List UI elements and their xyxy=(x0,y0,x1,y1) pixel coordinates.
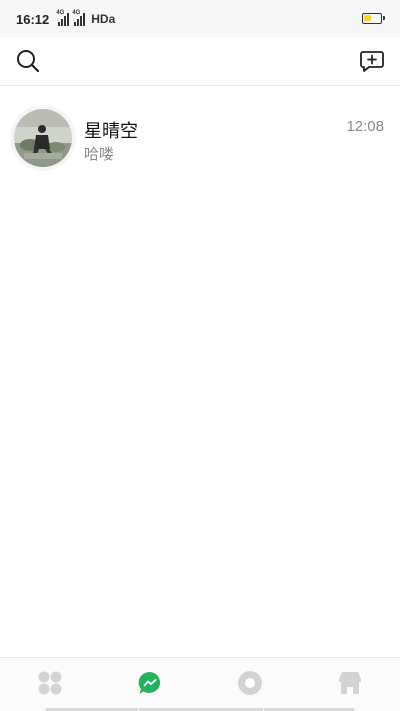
search-button[interactable] xyxy=(14,47,42,75)
chat-list: 星晴空 哈喽 12:08 xyxy=(0,87,400,193)
moments-icon xyxy=(238,671,262,695)
battery-level xyxy=(364,15,371,21)
apps-icon xyxy=(38,671,62,695)
chat-row[interactable]: 星晴空 哈喽 12:08 xyxy=(0,87,400,193)
battery-icon xyxy=(362,13,385,24)
nav-store[interactable] xyxy=(300,658,400,708)
nav-messages[interactable] xyxy=(100,658,200,708)
avatar[interactable] xyxy=(14,109,72,167)
hd-indicator: HDa xyxy=(91,12,116,26)
bottom-nav xyxy=(0,657,400,711)
messages-icon xyxy=(138,671,161,694)
signal-group: 4G 4G HDa xyxy=(56,10,116,26)
new-chat-button[interactable] xyxy=(358,47,386,75)
store-icon xyxy=(339,672,361,694)
top-bar xyxy=(0,38,400,86)
chat-time: 12:08 xyxy=(346,118,384,135)
chat-preview: 哈喽 xyxy=(84,145,115,163)
signal-icon-2: 4G xyxy=(72,10,86,26)
avatar-photo xyxy=(14,109,72,167)
search-icon xyxy=(17,50,40,73)
new-chat-icon xyxy=(360,51,384,72)
nav-apps[interactable] xyxy=(0,658,100,708)
signal-icon-1: 4G xyxy=(56,10,70,26)
nav-moments[interactable] xyxy=(200,658,300,708)
status-time: 16:12 xyxy=(16,11,50,27)
chat-name: 星晴空 xyxy=(84,121,138,142)
status-bar: 16:12 4G 4G HDa xyxy=(0,0,400,38)
